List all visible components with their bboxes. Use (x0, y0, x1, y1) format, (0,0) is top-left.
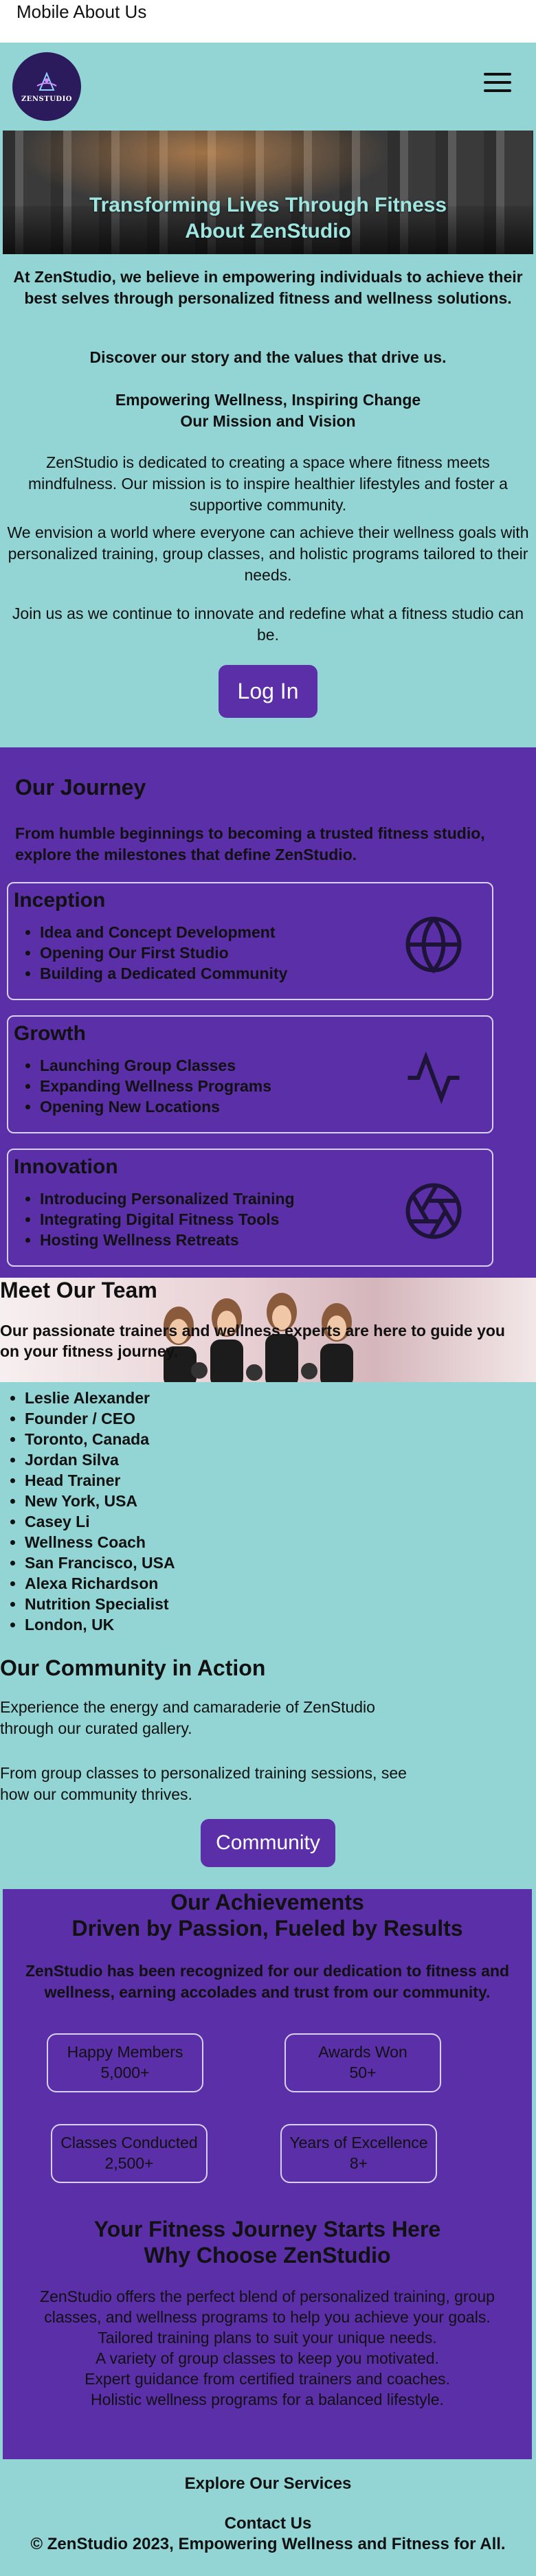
footer-contact-link[interactable]: Contact Us (0, 2514, 536, 2533)
journey-section: Our Journey From humble beginnings to be… (0, 747, 536, 1278)
intro-discover: Discover our story and the values that d… (89, 348, 447, 366)
globe-icon (405, 916, 462, 974)
logo[interactable]: ZENSTUDIO (12, 52, 81, 121)
list-item: Founder / CEO (25, 1408, 175, 1429)
journey-lead: From humble beginnings to becoming a tru… (15, 824, 485, 863)
community-title: Our Community in Action (0, 1656, 266, 1680)
community-text-2: From group classes to personalized train… (0, 1764, 407, 1803)
team-lead: Our passionate trainers and wellness exp… (0, 1322, 505, 1360)
lotus-icon (36, 71, 57, 91)
list-item: Nutrition Specialist (25, 1594, 175, 1614)
stat-years-excellence: Years of Excellence 8+ (280, 2124, 437, 2183)
list-item: Head Trainer (25, 1470, 175, 1491)
footer-services-link[interactable]: Explore Our Services (0, 2474, 536, 2494)
community-button[interactable]: Community (201, 1819, 335, 1867)
list-item: London, UK (25, 1614, 175, 1635)
card-title: Inception (14, 889, 106, 912)
list-item: Casey Li (25, 1511, 175, 1532)
list-item: Jordan Silva (25, 1449, 175, 1470)
stat-happy-members: Happy Members 5,000+ (47, 2033, 203, 2092)
why-text: ZenStudio offers the perfect blend of pe… (40, 2287, 495, 2408)
achievements-title: Our Achievements Driven by Passion, Fuel… (71, 1890, 463, 1941)
site-header: ZENSTUDIO (0, 43, 536, 126)
activity-icon (407, 1051, 460, 1105)
milestone-card-growth: Growth Launching Group Classes Expanding… (7, 1015, 493, 1133)
stat-classes-conducted: Classes Conducted 2,500+ (51, 2124, 208, 2183)
list-item: New York, USA (25, 1491, 175, 1511)
mission-heading: Empowering Wellness, Inspiring Change Ou… (115, 391, 421, 430)
page-title: Mobile About Us (0, 0, 536, 43)
achievements-section: Our Achievements Driven by Passion, Fuel… (3, 1889, 532, 2459)
list-item: San Francisco, USA (25, 1552, 175, 1573)
list-item: Alexa Richardson (25, 1573, 175, 1594)
vision-text: We envision a world where everyone can a… (7, 523, 529, 584)
achievements-lead: ZenStudio has been recognized for our de… (25, 1962, 510, 2001)
milestone-card-innovation: Innovation Introducing Personalized Trai… (7, 1149, 493, 1267)
logo-text: ZENSTUDIO (21, 95, 72, 103)
hero-banner: Transforming Lives Through Fitness About… (3, 131, 533, 254)
card-title: Growth (14, 1022, 86, 1045)
aperture-icon (405, 1183, 462, 1239)
list-item: Toronto, Canada (25, 1429, 175, 1449)
card-title: Innovation (14, 1155, 118, 1178)
join-text: Join us as we continue to innovate and r… (12, 605, 524, 644)
mission-text: ZenStudio is dedicated to creating a spa… (28, 453, 508, 514)
menu-icon (484, 73, 511, 76)
list-item: Wellness Coach (25, 1532, 175, 1552)
intro-text: At ZenStudio, we believe in empowering i… (13, 268, 523, 307)
hero-title: Transforming Lives Through Fitness About… (89, 194, 447, 242)
team-banner: Meet Our Team Our passionate trainers an… (0, 1278, 536, 1382)
milestone-card-inception: Inception Idea and Concept Development O… (7, 882, 493, 1000)
footer-copyright: © ZenStudio 2023, Empowering Wellness an… (30, 2535, 506, 2553)
why-title: Your Fitness Journey Starts Here Why Cho… (93, 2217, 441, 2268)
hamburger-menu-button[interactable] (484, 73, 511, 95)
stat-awards-won: Awards Won 50+ (284, 2033, 441, 2092)
login-button[interactable]: Log In (218, 665, 318, 718)
community-text-1: Experience the energy and camaraderie of… (0, 1698, 375, 1737)
list-item: Leslie Alexander (25, 1388, 175, 1408)
team-title: Meet Our Team (0, 1278, 157, 1302)
team-list: Leslie Alexander Founder / CEO Toronto, … (25, 1388, 175, 1635)
journey-title: Our Journey (15, 775, 146, 800)
